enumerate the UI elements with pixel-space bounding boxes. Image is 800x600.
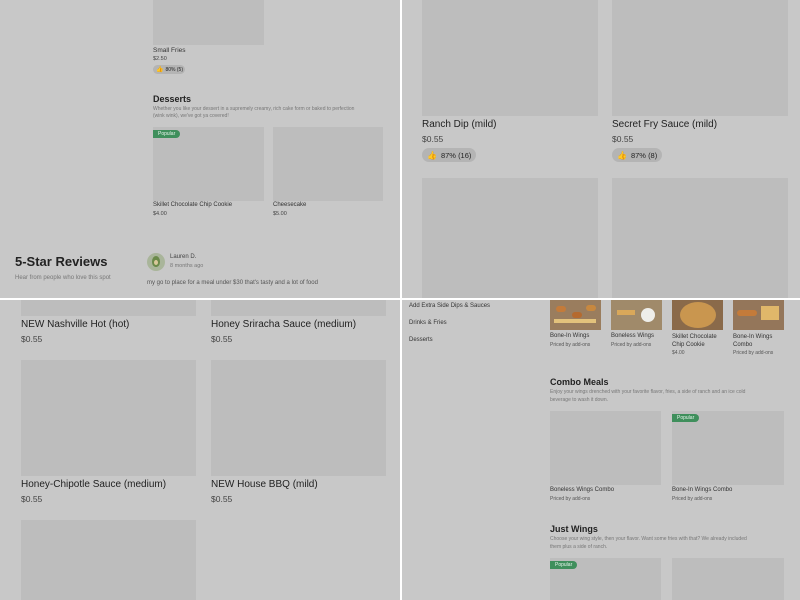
featured-image-bone-in[interactable] (550, 300, 601, 330)
horizontal-divider (0, 298, 800, 300)
ranch-dip-name[interactable]: Ranch Dip (mild) (422, 119, 496, 130)
combo-price-boneless: Priced by add-ons (550, 496, 591, 502)
dessert-image-cheesecake[interactable] (273, 127, 383, 201)
vertical-divider (400, 0, 402, 600)
ranch-dip-rating: 👍 87% (16) (422, 148, 476, 162)
quadrant-sauces: NEW Nashville Hot (hot) $0.55 Honey Srir… (0, 300, 400, 600)
small-fries-name[interactable]: Small Fries (153, 47, 186, 54)
small-fries-price: $2.50 (153, 56, 167, 62)
just-wings-image-2[interactable] (672, 558, 784, 600)
fry-sauce-price: $0.55 (612, 134, 634, 144)
thumbs-up-icon: 👍 (617, 150, 627, 160)
review-text: my go to place for a meal under $30 that… (147, 280, 318, 286)
review-time: 8 months ago (170, 263, 204, 269)
popular-badge: Popular (672, 414, 700, 422)
sauce-image-top-right[interactable] (211, 300, 386, 316)
reviews-heading: 5-Star Reviews (15, 254, 108, 269)
combo-meals-heading: Combo Meals (550, 377, 609, 387)
honey-chipotle-image[interactable] (21, 360, 196, 476)
quadrant-menu: Add Extra Side Dips & Sauces Drinks & Fr… (402, 300, 800, 600)
featured-image-cookie[interactable] (672, 300, 723, 330)
thumbs-up-icon: 👍 (156, 67, 164, 73)
rating-value: 87% (8) (630, 150, 658, 160)
ranch-dip-image[interactable] (422, 0, 598, 116)
featured-name-combo[interactable]: Bone-In Wings Combo (733, 333, 787, 349)
desserts-desc-1: Whether you like your dessert in a supre… (153, 106, 355, 112)
desserts-desc-2: (wink wink), we've got ya covered! (153, 113, 229, 119)
dip-image-3[interactable] (422, 178, 598, 298)
featured-image-combo[interactable] (733, 300, 784, 330)
combo-image-boneless[interactable] (550, 411, 661, 485)
honey-chipotle-price: $0.55 (21, 494, 43, 504)
nashville-hot-price: $0.55 (21, 334, 43, 344)
sauce-image-top-left[interactable] (21, 300, 196, 316)
nav-item-dips[interactable]: Add Extra Side Dips & Sauces (409, 303, 490, 309)
house-bbq-price: $0.55 (211, 494, 233, 504)
dessert-name-cheesecake[interactable]: Cheesecake (273, 202, 306, 208)
honey-sriracha-price: $0.55 (211, 334, 233, 344)
honey-chipotle-name[interactable]: Honey-Chipotle Sauce (medium) (21, 479, 166, 490)
featured-price-combo: Priced by add-ons (733, 350, 774, 356)
quadrant-dips: Ranch Dip (mild) $0.55 👍 87% (16) Secret… (402, 0, 800, 298)
ranch-dip-price: $0.55 (422, 134, 444, 144)
rating-value: 80% (5) (165, 66, 183, 73)
combo-desc-1: Enjoy your wings drenched with your favo… (550, 389, 746, 395)
just-wings-desc-2: them plus a side of ranch. (550, 544, 608, 550)
rating-value: 87% (16) (440, 150, 472, 160)
small-fries-rating: 👍 80% (5) (153, 65, 185, 74)
just-wings-heading: Just Wings (550, 524, 598, 534)
combo-name-boneless[interactable]: Boneless Wings Combo (550, 487, 614, 493)
dip-image-4[interactable] (612, 178, 788, 298)
fry-sauce-image[interactable] (612, 0, 788, 116)
desserts-heading: Desserts (153, 94, 192, 104)
featured-image-boneless[interactable] (611, 300, 662, 330)
featured-price-bone-in: Priced by add-ons (550, 342, 591, 348)
sauce-image-bottom[interactable] (21, 520, 196, 600)
nav-item-drinks[interactable]: Drinks & Fries (409, 320, 447, 326)
quadrant-desserts-reviews: Small Fries $2.50 👍 80% (5) Desserts Whe… (0, 0, 400, 298)
combo-image-bone-in[interactable] (672, 411, 784, 485)
avocado-icon (152, 256, 160, 267)
just-wings-desc-1: Choose your wing style, then your flavor… (550, 536, 747, 542)
combo-price-bone-in: Priced by add-ons (672, 496, 713, 502)
avatar (147, 253, 165, 271)
small-fries-image[interactable] (153, 0, 264, 45)
combo-desc-2: beverage to wash it down. (550, 397, 609, 403)
thumbs-up-icon: 👍 (427, 150, 437, 160)
fry-sauce-rating: 👍 87% (8) (612, 148, 662, 162)
popular-badge: Popular (550, 561, 578, 569)
nav-item-desserts[interactable]: Desserts (409, 337, 433, 343)
featured-name-boneless[interactable]: Boneless Wings (611, 333, 654, 339)
dessert-image-cookie[interactable] (153, 127, 264, 201)
reviews-subtitle: Hear from people who love this spot (15, 275, 111, 281)
featured-name-bone-in[interactable]: Bone-In Wings (550, 333, 589, 339)
house-bbq-name[interactable]: NEW House BBQ (mild) (211, 479, 318, 490)
popular-badge: Popular (153, 130, 181, 138)
honey-sriracha-name[interactable]: Honey Sriracha Sauce (medium) (211, 319, 356, 330)
house-bbq-image[interactable] (211, 360, 386, 476)
nashville-hot-name[interactable]: NEW Nashville Hot (hot) (21, 319, 129, 330)
dessert-price-cookie: $4.00 (153, 211, 167, 217)
featured-price-boneless: Priced by add-ons (611, 342, 652, 348)
fry-sauce-name[interactable]: Secret Fry Sauce (mild) (612, 119, 717, 130)
featured-name-cookie[interactable]: Skillet Chocolate Chip Cookie (672, 333, 726, 349)
featured-price-cookie: $4.00 (672, 350, 685, 356)
dessert-name-cookie[interactable]: Skillet Chocolate Chip Cookie (153, 202, 232, 208)
reviewer-name: Lauren D. (170, 254, 197, 260)
combo-name-bone-in[interactable]: Bone-In Wings Combo (672, 487, 732, 493)
dessert-price-cheesecake: $5.00 (273, 211, 287, 217)
